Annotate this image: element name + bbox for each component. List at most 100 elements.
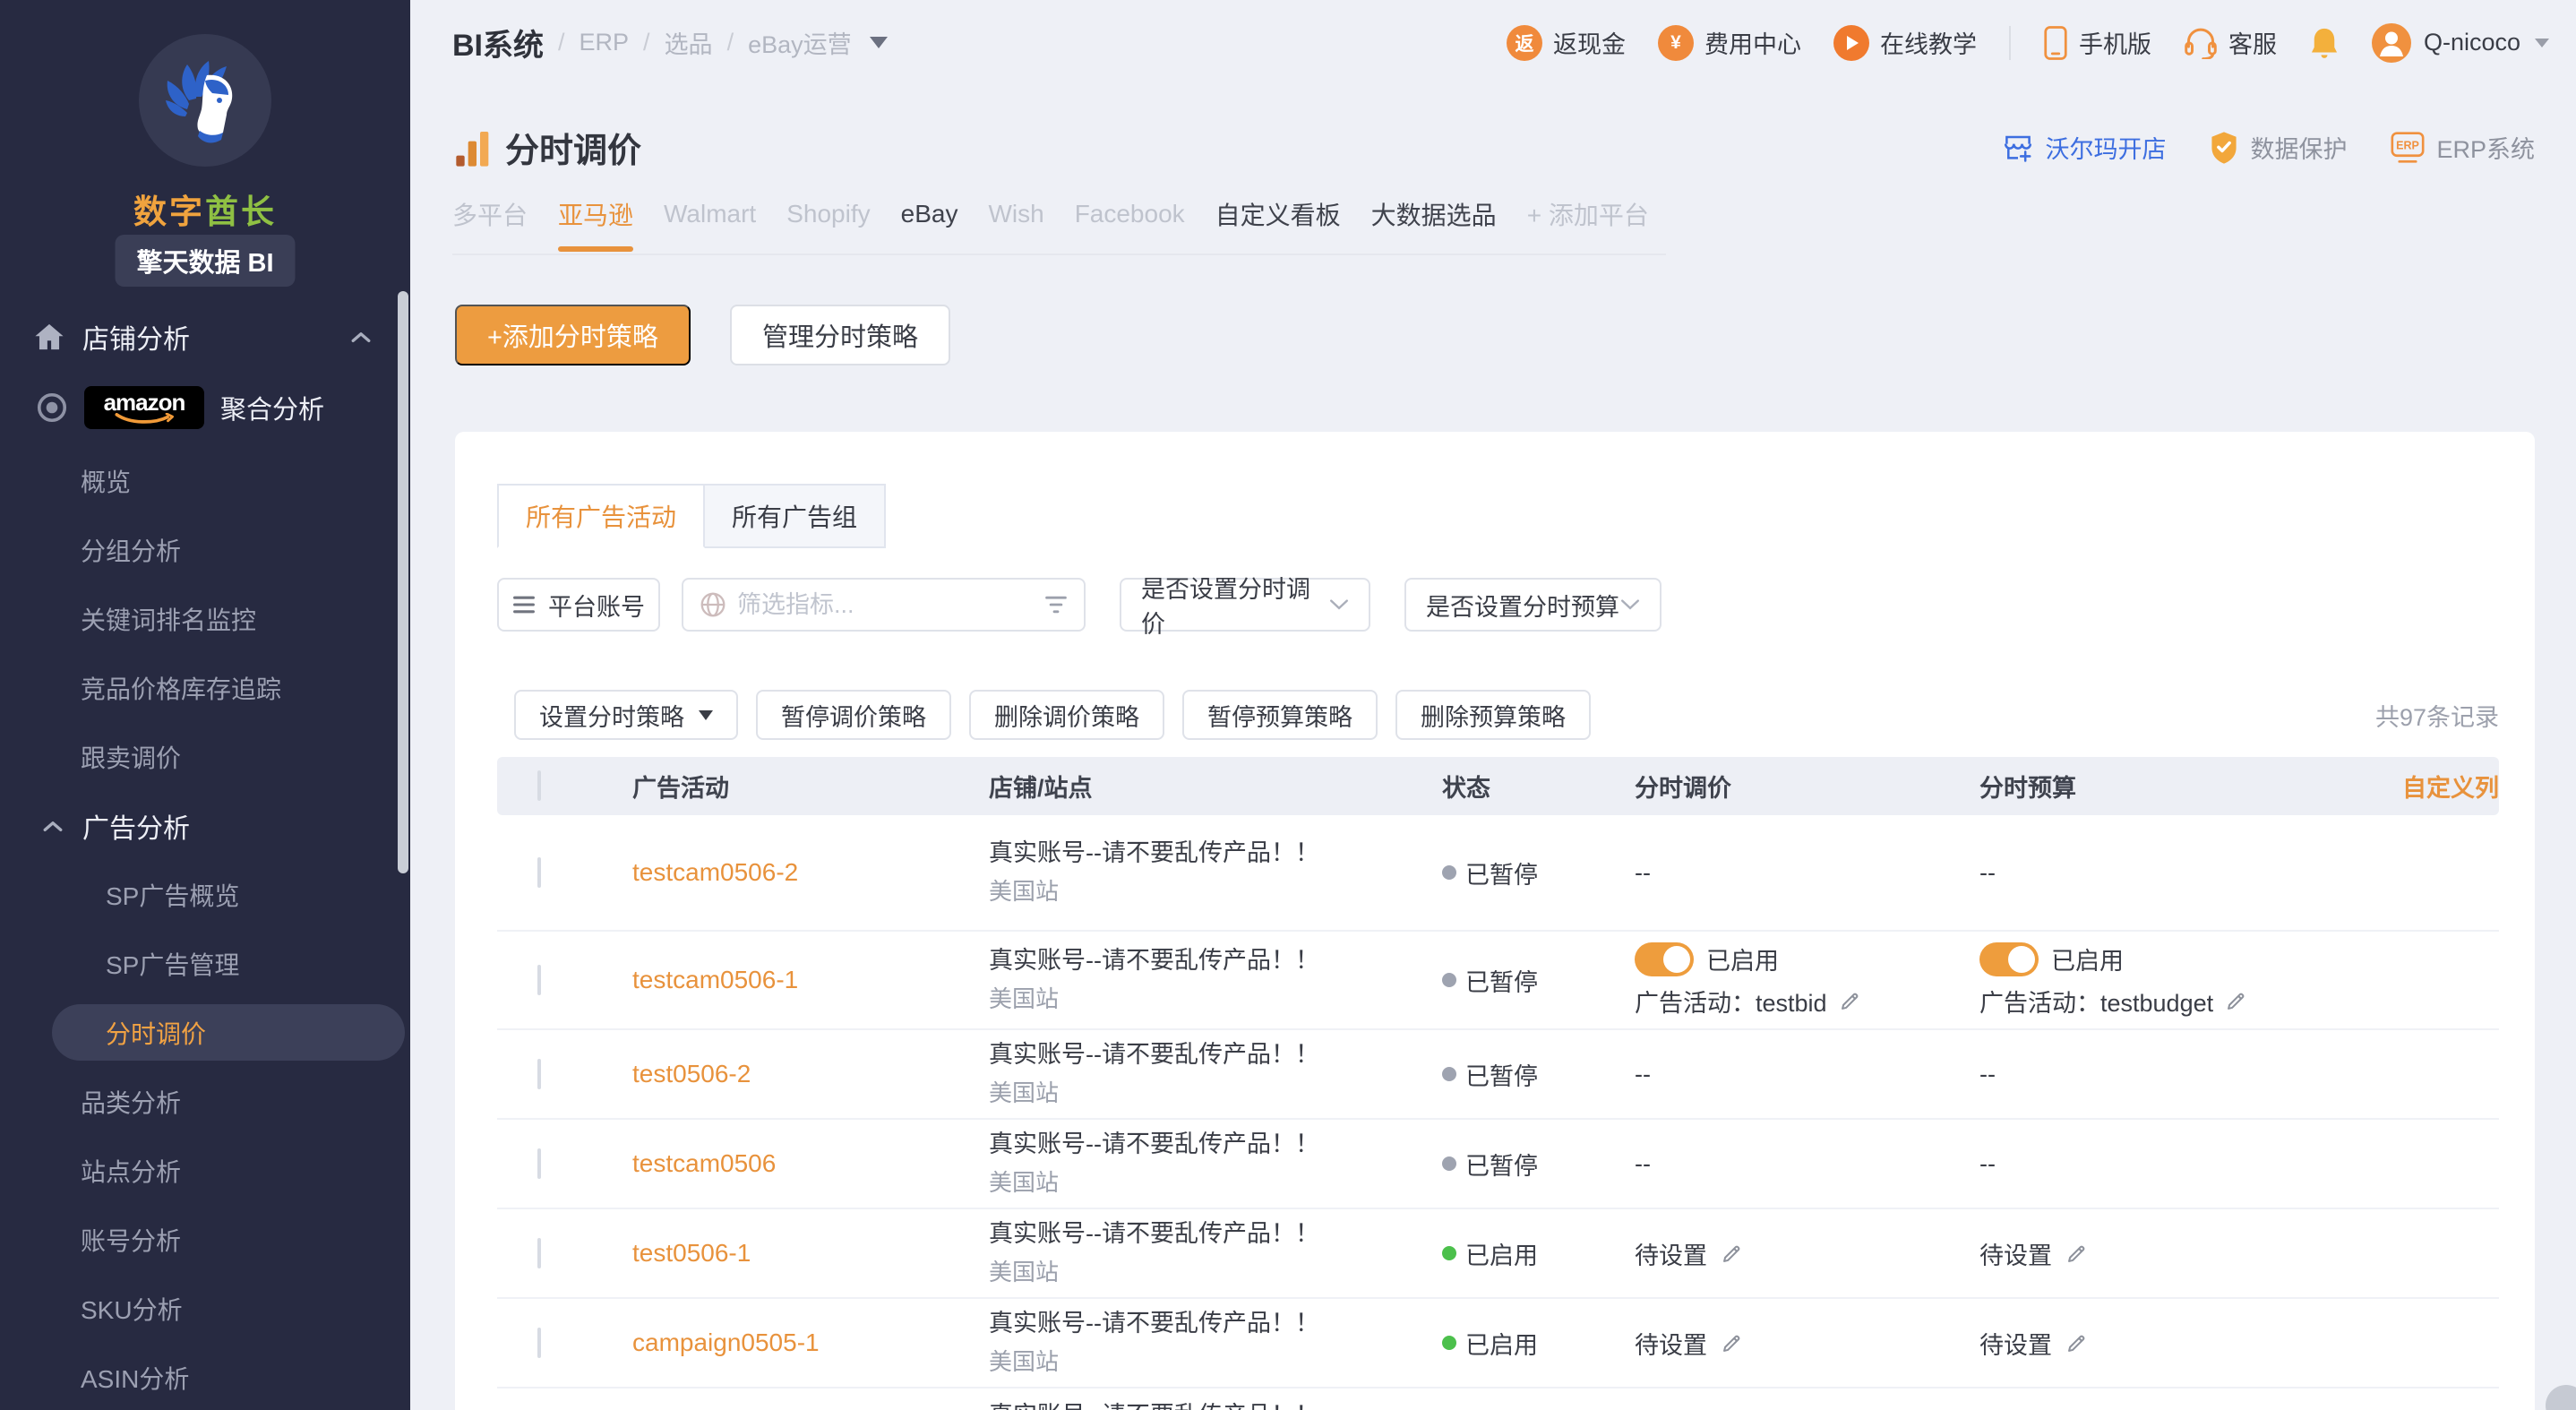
platform-tab-9[interactable]: + 添加平台	[1527, 196, 1649, 232]
breadcrumb-item-ebay-ops[interactable]: eBay运营	[748, 25, 852, 60]
notifications-bell[interactable]	[2309, 26, 2340, 60]
tab-all-ad-groups[interactable]: 所有广告组	[705, 484, 886, 548]
strategy-toggle-on[interactable]	[1979, 942, 2039, 976]
sidebar-item-group-analysis[interactable]: 分组分析	[0, 515, 410, 584]
sidebar-scrollbar-thumb[interactable]	[398, 291, 408, 873]
breadcrumb-root[interactable]: BI系统	[452, 21, 544, 64]
row-checkbox[interactable]	[537, 965, 541, 995]
metric-filter-input[interactable]	[682, 578, 1086, 632]
edit-pencil-icon[interactable]	[1838, 989, 1862, 1013]
platform-tab-2[interactable]: Walmart	[664, 200, 756, 228]
action-button-1[interactable]: 暂停调价策略	[756, 690, 951, 740]
data-protection-link[interactable]: 数据保护	[2209, 130, 2347, 165]
breadcrumb-caret-icon[interactable]	[870, 37, 888, 48]
edit-pencil-icon[interactable]	[2065, 1242, 2089, 1266]
edit-pencil-icon[interactable]	[2224, 989, 2248, 1013]
sidebar-item-store-analysis[interactable]: 店铺分析	[0, 305, 410, 369]
platform-tab-1[interactable]: 亚马逊	[558, 196, 633, 232]
erp-system-link[interactable]: ERP ERP系统	[2390, 130, 2535, 165]
platform-tab-7[interactable]: 自定义看板	[1215, 196, 1341, 232]
sidebar-item-competitor-tracking[interactable]: 竞品价格库存追踪	[0, 653, 410, 722]
sidebar-item-sku-analysis[interactable]: SKU分析	[0, 1274, 410, 1343]
walmart-open-store-link[interactable]: 沃尔玛开店	[2002, 130, 2166, 165]
breadcrumb-item-xuanpin[interactable]: 选品	[665, 25, 713, 60]
sidebar-item-keyword-rank-monitor[interactable]: 关键词排名监控	[0, 584, 410, 653]
status-dot-icon	[1442, 865, 1456, 880]
platform-tab-5[interactable]: Wish	[988, 200, 1043, 228]
edit-pencil-icon[interactable]	[1720, 1242, 1744, 1266]
sidebar-item-asin-analysis[interactable]: ASIN分析	[0, 1343, 410, 1410]
sidebar-item-account-analysis[interactable]: 账号分析	[0, 1205, 410, 1274]
header-budget-schedule: 分时预算	[1979, 769, 2356, 804]
table-row: campaign0505-1 真实账号--请不要乱传产品！！美国站 已启用 待设…	[497, 1299, 2499, 1389]
sidebar-item-label: SKU分析	[81, 1291, 183, 1327]
table-body: testcam0506-2 真实账号--请不要乱传产品！！美国站 已暂停 -- …	[497, 815, 2499, 1410]
bid-schedule-cell: 已启用广告活动：testbid	[1635, 941, 1979, 1019]
status-badge: 已启用	[1442, 1236, 1635, 1271]
store-name: 真实账号--请不要乱传产品！！	[989, 1219, 1442, 1249]
breadcrumb: BI系统 / ERP / 选品 / eBay运营	[452, 21, 888, 64]
platform-tab-3[interactable]: Shopify	[786, 200, 870, 228]
tab-all-campaigns[interactable]: 所有广告活动	[497, 484, 705, 548]
edit-pencil-icon[interactable]	[1720, 1331, 1744, 1355]
edit-pencil-icon[interactable]	[2065, 1331, 2089, 1355]
hamburger-icon	[512, 595, 536, 615]
row-checkbox[interactable]	[537, 1328, 541, 1358]
breadcrumb-item-erp[interactable]: ERP	[580, 29, 630, 56]
sidebar-item-ad-analysis[interactable]: 广告分析	[0, 791, 410, 860]
action-button-2[interactable]: 删除调价策略	[969, 690, 1164, 740]
bid-schedule-select[interactable]: 是否设置分时调价	[1120, 578, 1370, 632]
customer-service-link[interactable]: 客服	[2184, 25, 2277, 60]
budget-schedule-select[interactable]: 是否设置分时预算	[1404, 578, 1662, 632]
strategy-toggle-on[interactable]	[1635, 942, 1694, 976]
rebate-link[interactable]: 返 返现金	[1507, 25, 1626, 61]
budget-schedule-cell: 待设置	[1979, 1236, 2356, 1271]
metric-filter-field[interactable]	[737, 591, 1034, 619]
campaign-name-link[interactable]: test0506-2	[632, 1060, 751, 1088]
brand-logo	[139, 34, 271, 167]
mobile-version-link[interactable]: 手机版	[2043, 25, 2151, 61]
table-row: test0506-1 真实账号--请不要乱传产品！！美国站 已启用 待设置 待设…	[497, 1209, 2499, 1299]
sidebar-item-label: 聚合分析	[220, 389, 324, 426]
action-button-0[interactable]: 设置分时策略	[514, 690, 738, 740]
platform-tab-0[interactable]: 多平台	[452, 196, 528, 232]
manage-strategy-button[interactable]: 管理分时策略	[730, 305, 950, 365]
online-tutorial-link[interactable]: 在线教学	[1833, 25, 1977, 61]
campaign-name-link[interactable]: testcam0506-2	[632, 858, 798, 886]
platform-account-button[interactable]: 平台账号	[497, 578, 660, 632]
add-strategy-button[interactable]: +添加分时策略	[455, 305, 691, 365]
select-all-checkbox[interactable]	[537, 770, 541, 801]
sidebar-item-category-analysis[interactable]: 品类分析	[0, 1067, 410, 1136]
sidebar-item-sp-ad-overview[interactable]: SP广告概览	[0, 860, 410, 929]
not-set-dash: --	[1635, 1061, 1651, 1088]
sidebar-item-site-analysis[interactable]: 站点分析	[0, 1136, 410, 1205]
not-set-dash: --	[1635, 1150, 1651, 1177]
row-checkbox[interactable]	[537, 1238, 541, 1268]
sidebar-item-overview[interactable]: 概览	[0, 446, 410, 515]
row-checkbox[interactable]	[537, 857, 541, 888]
sidebar-item-time-based-repricing[interactable]: 分时调价	[0, 998, 410, 1067]
store-name: 真实账号--请不要乱传产品！！	[989, 1401, 1442, 1410]
campaign-name-link[interactable]: campaign0505-1	[632, 1328, 820, 1356]
table-header: 广告活动 店铺/站点 状态 分时调价 分时预算 自定义列	[497, 757, 2499, 815]
funnel-lines-icon[interactable]	[1044, 594, 1068, 615]
campaign-name-link[interactable]: test0506-1	[632, 1239, 751, 1267]
campaign-name-link[interactable]: testcam0506-1	[632, 966, 798, 993]
custom-columns-link[interactable]: 自定义列	[2402, 769, 2499, 804]
campaign-name-link[interactable]: testcam0506	[632, 1149, 776, 1177]
user-menu[interactable]: Q-nicoco	[2372, 23, 2549, 63]
platform-tab-4[interactable]: eBay	[901, 200, 958, 228]
row-checkbox[interactable]	[537, 1148, 541, 1179]
row-checkbox[interactable]	[537, 1059, 541, 1089]
sidebar-item-aggregate-analysis[interactable]: amazon聚合分析	[0, 369, 410, 446]
platform-tab-6[interactable]: Facebook	[1075, 200, 1185, 228]
fee-center-link[interactable]: ¥ 费用中心	[1658, 25, 1801, 61]
sidebar-item-sp-ad-management[interactable]: SP广告管理	[0, 929, 410, 998]
avatar	[2372, 23, 2411, 63]
action-button-4[interactable]: 删除预算策略	[1395, 690, 1591, 740]
sidebar-item-follow-sell-repricing[interactable]: 跟卖调价	[0, 722, 410, 791]
budget-schedule-cell: 待设置	[1979, 1326, 2356, 1361]
action-button-3[interactable]: 暂停预算策略	[1182, 690, 1378, 740]
platform-tab-8[interactable]: 大数据选品	[1371, 196, 1497, 232]
headset-icon	[2184, 27, 2218, 59]
